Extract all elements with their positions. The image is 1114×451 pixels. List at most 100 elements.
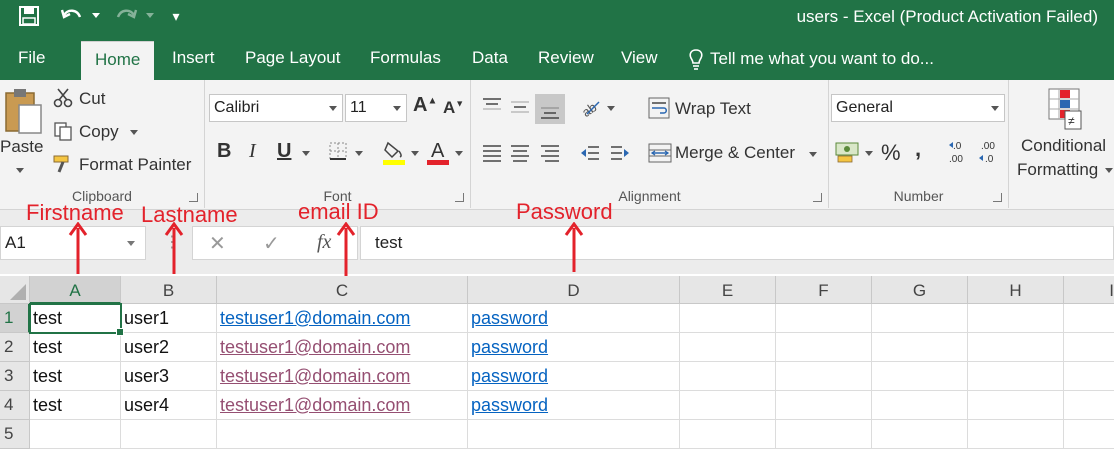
- save-icon[interactable]: [16, 3, 42, 29]
- tab-page-layout[interactable]: Page Layout: [245, 48, 340, 68]
- tab-file[interactable]: File: [18, 48, 45, 68]
- font-launcher-icon[interactable]: [455, 193, 464, 202]
- decrease-decimal-icon[interactable]: .00.0: [977, 138, 1003, 166]
- comma-style-button[interactable]: ,: [915, 136, 921, 162]
- increase-indent-icon[interactable]: [607, 140, 633, 166]
- redo-dropdown-icon[interactable]: [146, 13, 154, 18]
- tab-formulas[interactable]: Formulas: [370, 48, 441, 68]
- cell-f5[interactable]: [776, 420, 872, 449]
- percent-style-button[interactable]: %: [881, 140, 901, 166]
- cell-d3[interactable]: password: [468, 362, 680, 391]
- undo-icon[interactable]: [58, 3, 86, 29]
- cell-e1[interactable]: [680, 304, 776, 333]
- tab-data[interactable]: Data: [472, 48, 508, 68]
- name-box-dropdown-icon[interactable]: [127, 241, 135, 246]
- conditional-formatting-dropdown-icon[interactable]: [1105, 168, 1113, 173]
- number-launcher-icon[interactable]: [993, 193, 1002, 202]
- enter-icon[interactable]: ✓: [263, 231, 280, 256]
- insert-function-icon[interactable]: fx: [317, 231, 331, 254]
- cell-a4[interactable]: test: [30, 391, 121, 420]
- cell-e4[interactable]: [680, 391, 776, 420]
- accounting-format-icon[interactable]: [833, 138, 863, 166]
- orientation-dropdown-icon[interactable]: [607, 106, 615, 111]
- decrease-font-icon[interactable]: A▼: [443, 98, 464, 118]
- column-header-e[interactable]: E: [680, 276, 776, 304]
- cell-e3[interactable]: [680, 362, 776, 391]
- cell-i5[interactable]: [1064, 420, 1114, 449]
- column-header-c[interactable]: C: [217, 276, 468, 304]
- cell-c4[interactable]: testuser1@domain.com: [217, 391, 468, 420]
- decrease-indent-icon[interactable]: [577, 140, 603, 166]
- cell-b2[interactable]: user2: [121, 333, 217, 362]
- column-header-b[interactable]: B: [121, 276, 217, 304]
- cell-h2[interactable]: [968, 333, 1064, 362]
- cell-d2[interactable]: password: [468, 333, 680, 362]
- italic-button[interactable]: I: [249, 140, 256, 163]
- copy-dropdown-icon[interactable]: [130, 130, 138, 135]
- cell-h1[interactable]: [968, 304, 1064, 333]
- orientation-icon[interactable]: ab: [577, 94, 603, 120]
- column-header-h[interactable]: H: [968, 276, 1064, 304]
- cell-g5[interactable]: [872, 420, 968, 449]
- font-name-select[interactable]: Calibri: [209, 94, 343, 122]
- font-size-select[interactable]: 11: [345, 94, 407, 122]
- cell-g3[interactable]: [872, 362, 968, 391]
- alignment-launcher-icon[interactable]: [813, 193, 822, 202]
- tab-view[interactable]: View: [621, 48, 658, 68]
- align-center-icon[interactable]: [507, 140, 533, 166]
- fill-color-icon[interactable]: [381, 138, 407, 166]
- increase-decimal-icon[interactable]: .0.00: [947, 138, 973, 166]
- font-color-icon[interactable]: A: [425, 138, 451, 166]
- cell-c2[interactable]: testuser1@domain.com: [217, 333, 468, 362]
- cell-g1[interactable]: [872, 304, 968, 333]
- cell-b4[interactable]: user4: [121, 391, 217, 420]
- paste-dropdown-icon[interactable]: [16, 168, 24, 173]
- row-header-3[interactable]: 3: [0, 362, 30, 391]
- fill-color-dropdown-icon[interactable]: [411, 151, 419, 156]
- format-painter-button[interactable]: Format Painter: [79, 155, 191, 175]
- cell-i1[interactable]: [1064, 304, 1114, 333]
- cell-h3[interactable]: [968, 362, 1064, 391]
- cell-c5[interactable]: [217, 420, 468, 449]
- cell-i4[interactable]: [1064, 391, 1114, 420]
- middle-align-icon[interactable]: [507, 94, 533, 120]
- cell-h5[interactable]: [968, 420, 1064, 449]
- align-left-icon[interactable]: [479, 140, 505, 166]
- row-header-4[interactable]: 4: [0, 391, 30, 420]
- row-header-5[interactable]: 5: [0, 420, 30, 449]
- copy-button[interactable]: Copy: [79, 122, 119, 142]
- cell-g4[interactable]: [872, 391, 968, 420]
- cell-a3[interactable]: test: [30, 362, 121, 391]
- accounting-dropdown-icon[interactable]: [865, 151, 873, 156]
- clipboard-launcher-icon[interactable]: [189, 193, 198, 202]
- cell-f3[interactable]: [776, 362, 872, 391]
- paste-icon[interactable]: [2, 86, 44, 138]
- bold-button[interactable]: B: [217, 140, 231, 163]
- tab-review[interactable]: Review: [538, 48, 594, 68]
- wrap-text-button[interactable]: Wrap Text: [675, 99, 751, 119]
- merge-center-dropdown-icon[interactable]: [809, 152, 817, 157]
- borders-dropdown-icon[interactable]: [355, 151, 363, 156]
- cell-f4[interactable]: [776, 391, 872, 420]
- cell-b1[interactable]: user1: [121, 304, 217, 333]
- row-header-1[interactable]: 1: [0, 304, 30, 333]
- cell-f2[interactable]: [776, 333, 872, 362]
- tab-home[interactable]: Home: [81, 41, 155, 80]
- conditional-formatting-button[interactable]: Conditional: [1021, 136, 1106, 156]
- align-right-icon[interactable]: [537, 140, 563, 166]
- bottom-align-icon[interactable]: [535, 94, 565, 124]
- cell-f1[interactable]: [776, 304, 872, 333]
- cut-button[interactable]: Cut: [79, 89, 105, 109]
- cell-d4[interactable]: password: [468, 391, 680, 420]
- cell-g2[interactable]: [872, 333, 968, 362]
- merge-center-button[interactable]: Merge & Center: [675, 143, 795, 163]
- paste-button[interactable]: Paste: [0, 137, 43, 157]
- cancel-icon[interactable]: ✕: [209, 231, 226, 256]
- tab-insert[interactable]: Insert: [172, 48, 215, 68]
- row-header-2[interactable]: 2: [0, 333, 30, 362]
- underline-dropdown-icon[interactable]: [302, 151, 310, 156]
- cell-d1[interactable]: password: [468, 304, 680, 333]
- customize-toolbar-icon[interactable]: ▾: [168, 3, 184, 29]
- number-format-select[interactable]: General: [831, 94, 1005, 122]
- font-color-dropdown-icon[interactable]: [455, 151, 463, 156]
